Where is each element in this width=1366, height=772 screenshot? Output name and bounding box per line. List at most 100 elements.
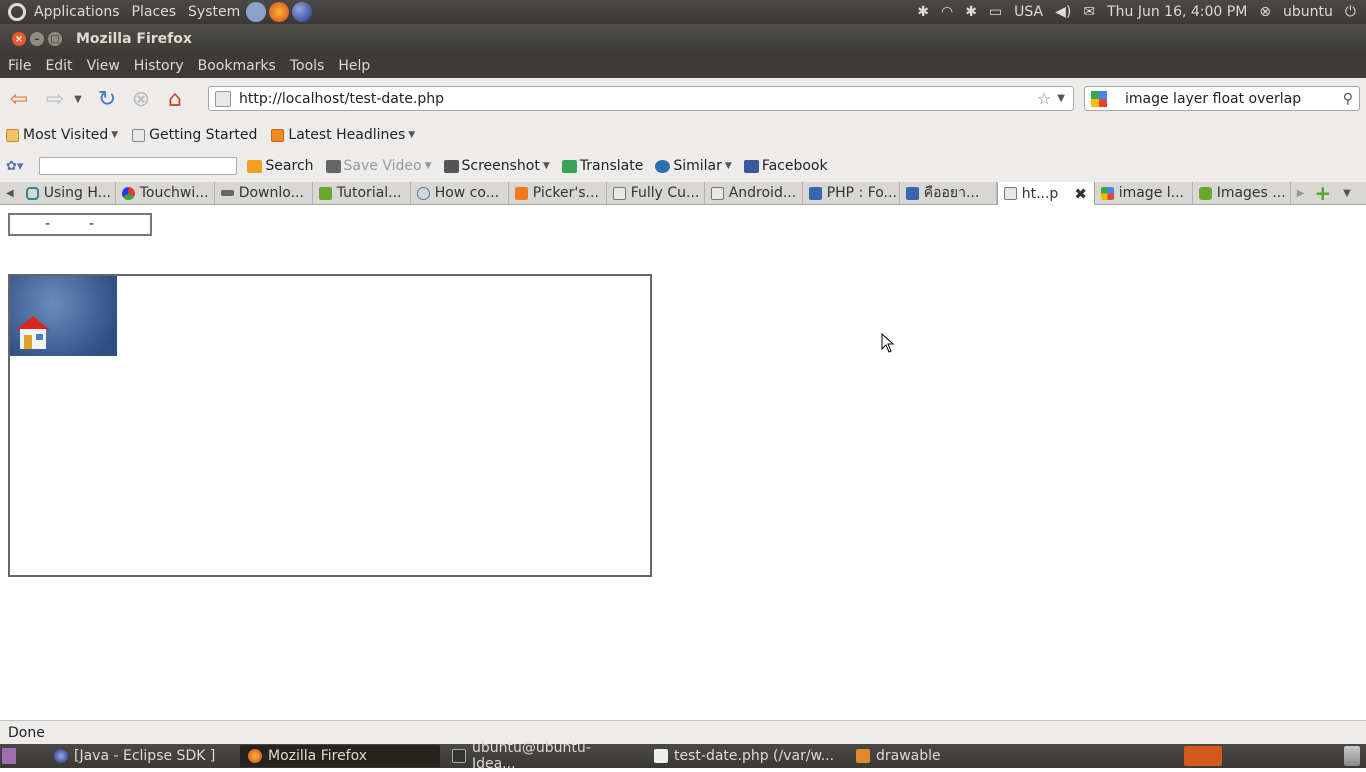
addon-search-label: Search xyxy=(265,158,314,174)
addon-search-input[interactable] xyxy=(39,157,238,175)
folder-icon xyxy=(6,128,19,142)
tab[interactable]: Tutorial... xyxy=(313,182,411,204)
menu-view[interactable]: View xyxy=(80,58,127,74)
tab[interactable]: Fully Cu... xyxy=(607,182,705,204)
site-identity-icon[interactable] xyxy=(215,90,231,107)
applications-menu[interactable]: Applications xyxy=(28,4,126,20)
similar-button[interactable]: Similar ▼ xyxy=(655,158,732,174)
save-video-button[interactable]: Save Video ▼ xyxy=(325,158,432,174)
scroll-tabs-left-icon[interactable]: ◀ xyxy=(0,188,20,199)
tab[interactable]: Using H... xyxy=(20,182,116,204)
url-dropdown-icon[interactable]: ▼ xyxy=(1057,93,1065,104)
chevron-down-icon: ▼ xyxy=(408,130,416,140)
bluetooth-indicator-icon[interactable]: ✱ xyxy=(965,4,977,20)
status-bar: Done xyxy=(0,720,1366,744)
tab[interactable]: image l... xyxy=(1095,182,1193,204)
power-icon[interactable]: ⏻ xyxy=(1345,4,1356,20)
tab-label: How co... xyxy=(434,185,500,201)
taskbar-item[interactable]: [Java - Eclipse SDK ] xyxy=(46,745,236,767)
bluetooth-icon[interactable]: ✱ xyxy=(917,4,929,20)
tab-active[interactable]: ht...p ✖ xyxy=(996,182,1095,205)
network-launcher-icon[interactable] xyxy=(246,2,267,22)
translate-label: Translate xyxy=(579,158,644,174)
bookmark-most-visited[interactable]: Most Visited ▼ xyxy=(6,127,118,143)
bottom-panel: [Java - Eclipse SDK ] Mozilla Firefox ub… xyxy=(0,740,1366,772)
forward-arrow-icon[interactable]: ⇨ xyxy=(40,84,70,114)
menu-tools[interactable]: Tools xyxy=(283,58,332,74)
workspace-switcher[interactable] xyxy=(1184,746,1222,766)
translate-button[interactable]: Translate xyxy=(561,158,644,174)
ubuntu-logo-icon[interactable] xyxy=(8,3,26,21)
addon-search-button[interactable]: Search xyxy=(247,158,314,174)
taskbar-item[interactable]: drawable xyxy=(848,745,968,767)
menu-edit[interactable]: Edit xyxy=(38,58,79,74)
list-all-tabs-icon[interactable]: ▼ xyxy=(1335,188,1359,199)
show-desktop-icon[interactable] xyxy=(2,748,16,764)
tab[interactable]: PHP : Fo... xyxy=(803,182,900,204)
taskbar-item[interactable]: ubuntu@ubuntu-Idea... xyxy=(444,740,642,772)
user-name[interactable]: ubuntu xyxy=(1283,4,1333,20)
menu-help[interactable]: Help xyxy=(331,58,377,74)
tab[interactable]: Android... xyxy=(705,182,803,204)
bookmark-star-icon[interactable]: ☆ xyxy=(1037,89,1051,108)
clock[interactable]: Thu Jun 16, 4:00 PM xyxy=(1107,4,1247,20)
menu-bookmarks[interactable]: Bookmarks xyxy=(191,58,283,74)
new-tab-icon[interactable]: + xyxy=(1310,181,1335,205)
navigation-toolbar: ⇦ ⇨ ▼ ↻ ⊗ ⌂ http://localhost/test-date.p… xyxy=(0,78,1366,120)
taskbar-item[interactable]: test-date.php (/var/w... xyxy=(646,745,844,767)
url-text[interactable]: http://localhost/test-date.php xyxy=(239,91,444,107)
taskbar-item-active[interactable]: Mozilla Firefox xyxy=(240,745,440,767)
reload-icon[interactable]: ↻ xyxy=(92,84,122,114)
scroll-tabs-right-icon[interactable]: ▶ xyxy=(1291,188,1311,199)
addon-logo-icon[interactable]: ✿▾ xyxy=(6,159,23,174)
tab[interactable]: How co... xyxy=(411,182,509,204)
keyboard-icon[interactable]: ▭ xyxy=(989,4,1002,20)
tab[interactable]: Touchwi... xyxy=(116,182,215,204)
chevron-down-icon: ▼ xyxy=(724,161,732,171)
tab-label: Tutorial... xyxy=(336,185,402,201)
facebook-button[interactable]: Facebook xyxy=(743,158,828,174)
close-tab-icon[interactable]: ✖ xyxy=(1074,185,1087,203)
back-arrow-icon[interactable]: ⇦ xyxy=(4,84,34,114)
history-dropdown-icon[interactable]: ▼ xyxy=(70,84,86,114)
similar-icon xyxy=(655,159,671,173)
camera-icon xyxy=(443,159,459,173)
search-input[interactable]: image layer float overlap xyxy=(1125,91,1301,107)
url-bar[interactable]: http://localhost/test-date.php ☆ ▼ xyxy=(208,86,1074,111)
mail-icon[interactable]: ✉ xyxy=(1083,4,1095,20)
close-window-icon[interactable]: × xyxy=(12,32,26,46)
trash-icon[interactable] xyxy=(1344,746,1360,766)
tab-label: Downlo... xyxy=(238,185,304,201)
taskbar-label: test-date.php (/var/w... xyxy=(674,748,835,764)
search-bar[interactable]: image layer float overlap ⚲ xyxy=(1084,86,1360,111)
tab[interactable]: Downlo... xyxy=(215,182,313,204)
home-icon[interactable]: ⌂ xyxy=(160,84,190,114)
eclipse-icon xyxy=(54,749,68,763)
bookmark-latest-headlines[interactable]: Latest Headlines ▼ xyxy=(271,127,415,143)
user-status-icon[interactable]: ⊗ xyxy=(1259,4,1271,20)
firefox-launcher-icon[interactable] xyxy=(269,2,290,22)
stop-icon[interactable]: ⊗ xyxy=(126,84,156,114)
tab[interactable]: คืออยา... xyxy=(900,182,997,204)
tab[interactable]: Images ... xyxy=(1193,182,1291,204)
tab[interactable]: Picker's... xyxy=(509,182,607,204)
date-input[interactable]: - - xyxy=(8,213,152,236)
minimize-window-icon[interactable]: – xyxy=(30,32,44,46)
menu-history[interactable]: History xyxy=(127,58,191,74)
rss-icon xyxy=(271,128,285,142)
tab-favicon-icon xyxy=(905,186,919,200)
google-engine-icon[interactable] xyxy=(1091,90,1107,107)
status-text: Done xyxy=(8,724,45,741)
menu-file[interactable]: File xyxy=(0,58,38,74)
search-icon[interactable]: ⚲ xyxy=(1343,91,1353,107)
eclipse-launcher-icon[interactable] xyxy=(292,2,313,22)
wifi-icon[interactable]: ◠ xyxy=(941,4,953,20)
keyboard-layout[interactable]: USA xyxy=(1014,4,1043,20)
screenshot-button[interactable]: Screenshot ▼ xyxy=(443,158,550,174)
date-separator: - xyxy=(89,216,95,232)
volume-icon[interactable]: ◀) xyxy=(1055,4,1071,20)
maximize-window-icon[interactable]: □ xyxy=(48,32,62,46)
places-menu[interactable]: Places xyxy=(126,4,183,20)
bookmark-getting-started[interactable]: Getting Started xyxy=(132,127,257,143)
system-menu[interactable]: System xyxy=(182,4,246,20)
